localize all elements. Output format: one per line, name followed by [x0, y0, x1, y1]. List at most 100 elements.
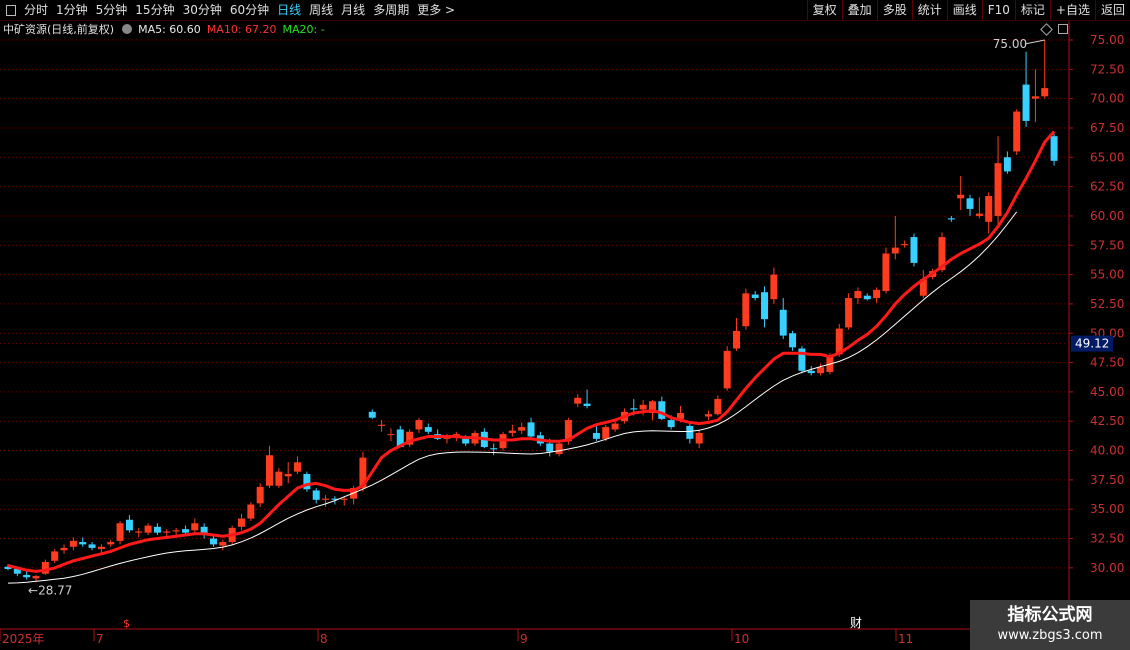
candle-body — [424, 427, 432, 432]
period-tab-3[interactable]: 15分钟 — [131, 0, 178, 20]
candle-body — [845, 298, 853, 328]
price-tick-label: 57.50 — [1090, 238, 1124, 252]
candle-body — [658, 401, 666, 419]
candle-body — [863, 295, 871, 300]
candle-body — [686, 425, 694, 439]
candle-body — [723, 350, 731, 389]
function-button-3[interactable]: 统计 — [911, 0, 947, 20]
candle-body — [957, 194, 965, 199]
candle-body — [873, 289, 881, 299]
function-button-7[interactable]: +自选 — [1049, 0, 1095, 20]
period-tab-10[interactable]: 更多 > — [413, 0, 459, 20]
candle-body — [1013, 111, 1021, 152]
candle-body — [947, 218, 955, 220]
candlestick-chart[interactable]: 75.00 72.50 70.00 67.50 65.00 62.50 60.00 57.50… — [0, 21, 1130, 650]
candle-body — [172, 530, 180, 532]
period-tabs: 分时 1分钟 5分钟 15分钟 30分钟 60分钟 日线 周线 月线 多周期 更多 > — [0, 0, 459, 20]
candle-body — [854, 291, 862, 299]
candle-body — [23, 574, 31, 578]
price-tick-label: 62.50 — [1090, 180, 1124, 194]
high-arrow — [1024, 39, 1045, 45]
candle-body — [630, 408, 638, 410]
time-tick-label: 9 — [520, 632, 528, 646]
candle-body — [1003, 157, 1011, 172]
period-tab-1[interactable]: 1分钟 — [52, 0, 92, 20]
candle-body — [1041, 88, 1049, 97]
ma10-line — [7, 130, 1056, 573]
candle-body — [611, 423, 619, 430]
time-tick-label: 11 — [898, 632, 913, 646]
candle-body — [901, 244, 909, 246]
function-button-1[interactable]: 叠加 — [841, 0, 877, 20]
candle-body — [910, 237, 918, 263]
candle-body — [340, 498, 348, 500]
panel-toggle-icon[interactable] — [6, 4, 16, 16]
time-tick-label: 8 — [320, 632, 328, 646]
price-tick-label: 60.00 — [1090, 209, 1124, 223]
period-tab-4[interactable]: 30分钟 — [179, 0, 226, 20]
candle-body — [32, 576, 40, 579]
function-button-6[interactable]: 标记 — [1014, 0, 1050, 20]
candle-body — [555, 443, 563, 455]
candle-body — [247, 504, 255, 519]
candle-body — [695, 432, 703, 444]
candle-body — [79, 542, 87, 545]
candle-body — [733, 330, 741, 349]
candle-body — [602, 427, 610, 439]
period-tab-0[interactable]: 分时 — [20, 0, 52, 20]
price-tick-label: 47.50 — [1090, 356, 1124, 370]
price-tick-label: 55.00 — [1090, 268, 1124, 282]
price-tick-label: 72.50 — [1090, 62, 1124, 76]
function-button-5[interactable]: F10 — [981, 0, 1015, 20]
candle-body — [135, 531, 143, 533]
candle-body — [256, 486, 264, 504]
price-tick-label: 37.50 — [1090, 473, 1124, 487]
period-toolbar: 分时 1分钟 5分钟 15分钟 30分钟 60分钟 日线 周线 月线 多周期 更多 > 复权 叠加 多股… — [0, 0, 1130, 21]
candle-body — [742, 293, 750, 327]
candle-body — [368, 411, 376, 418]
time-tick-label: 2025年 — [2, 632, 45, 646]
candle-body — [770, 274, 778, 300]
candle-body — [294, 462, 302, 472]
period-tab-8[interactable]: 月线 — [337, 0, 369, 20]
candle-body — [219, 542, 227, 546]
candle-body — [125, 519, 133, 531]
time-tick-label: 7 — [96, 632, 104, 646]
price-tick-label: 52.50 — [1090, 297, 1124, 311]
candle-body — [60, 547, 68, 551]
period-tab-6[interactable]: 日线 — [273, 0, 305, 20]
candle-body — [817, 367, 825, 374]
candle-body — [312, 490, 320, 500]
candle-body — [97, 546, 105, 550]
price-tick-label: 70.00 — [1090, 92, 1124, 106]
price-tick-label: 45.00 — [1090, 385, 1124, 399]
low-annotation: ←28.77 — [28, 583, 72, 597]
candle-body — [751, 294, 759, 299]
function-button-4[interactable]: 画线 — [946, 0, 982, 20]
candle-body — [518, 427, 526, 431]
function-button-0[interactable]: 复权 — [806, 0, 842, 20]
function-button-2[interactable]: 多股 — [876, 0, 912, 20]
candle-body — [322, 498, 330, 500]
period-tab-2[interactable]: 5分钟 — [92, 0, 132, 20]
candle-body — [490, 448, 498, 450]
candle-body — [153, 526, 161, 533]
candle-body — [181, 529, 189, 533]
candle-body — [1050, 136, 1058, 161]
candle-body — [238, 518, 245, 527]
candle-body — [378, 424, 386, 426]
candle-body — [1031, 96, 1039, 99]
candle-body — [714, 398, 722, 415]
candle-body — [191, 523, 199, 531]
function-button-8[interactable]: 返回 — [1094, 0, 1130, 20]
candle-body — [583, 403, 591, 406]
candle-body — [761, 292, 769, 320]
candle-body — [779, 309, 787, 336]
period-tab-7[interactable]: 周线 — [305, 0, 337, 20]
candle-body — [284, 474, 292, 477]
period-tab-5[interactable]: 60分钟 — [226, 0, 273, 20]
period-tab-9[interactable]: 多周期 — [369, 0, 413, 20]
candle-body — [789, 333, 797, 348]
price-tick-label: 40.00 — [1090, 444, 1124, 458]
candle-body — [462, 438, 470, 444]
